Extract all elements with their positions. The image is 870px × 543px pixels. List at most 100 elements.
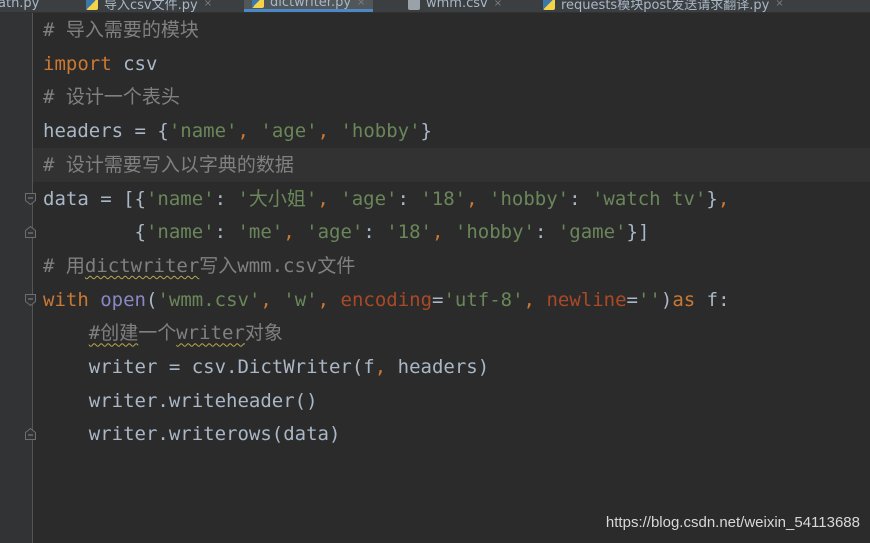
code-token: 'age'	[306, 221, 364, 244]
code-token: 'me'	[237, 221, 284, 244]
editor-tab-bar: ath.py 导入csv文件.py × dictwriter.py × wmm.csv × r…	[0, 0, 870, 13]
code-token: encoding	[340, 288, 433, 311]
code-editor[interactable]: ath.py 导入csv文件.py × dictwriter.py × wmm.csv × r…	[0, 0, 870, 543]
code-token: :	[214, 187, 238, 210]
fold-start-icon[interactable]	[25, 192, 36, 205]
code-token: :	[363, 221, 387, 244]
csv-file-icon	[408, 0, 420, 10]
editor-tab[interactable]: requests模块post发送请求翻译.py ×	[535, 0, 792, 12]
code-token: (	[145, 288, 158, 311]
code-line[interactable]: # 设计一个表头	[43, 80, 180, 114]
code-token: newline	[546, 288, 627, 311]
tab-label: requests模块post发送请求翻译.py	[561, 0, 770, 13]
fold-end-icon[interactable]	[25, 226, 36, 239]
code-token: headers = {	[43, 120, 169, 143]
code-token: as	[672, 288, 696, 311]
code-token: 'hobby'	[489, 187, 570, 210]
editor-gutter	[0, 13, 36, 543]
code-line[interactable]: headers = {'name', 'age', 'hobby'}	[43, 114, 432, 148]
code-line[interactable]: #创建一个writer对象	[43, 316, 283, 350]
code-token: }]	[626, 221, 650, 244]
close-tab-icon[interactable]: ×	[494, 0, 502, 9]
editor-tab[interactable]: ath.py	[0, 0, 47, 12]
code-token: dictwriter	[84, 254, 200, 277]
close-tab-icon[interactable]: ×	[204, 0, 212, 9]
code-line[interactable]: # 导入需要的模块	[43, 13, 199, 47]
code-token: writer.writeheader()	[43, 389, 318, 412]
code-token: ,	[237, 120, 261, 143]
code-token: import	[43, 52, 112, 75]
code-token: ,	[523, 288, 547, 311]
code-line[interactable]: # 设计需要写入以字典的数据	[33, 147, 870, 182]
code-token: 'hobby'	[340, 120, 421, 143]
code-token: =	[432, 288, 444, 311]
code-token: :	[214, 221, 238, 244]
tab-label: ath.py	[0, 0, 40, 11]
tab-label: 导入csv文件.py	[104, 0, 198, 13]
code-token: data = [{	[43, 187, 146, 210]
python-file-icon	[86, 0, 98, 10]
code-token: '18'	[386, 221, 432, 244]
code-line[interactable]: {'name': 'me', 'age': '18', 'hobby': 'ga…	[43, 215, 650, 249]
code-token: ,	[466, 187, 490, 210]
watermark: https://blog.csdn.net/weixin_54113688	[605, 514, 860, 531]
code-token: ,	[260, 288, 284, 311]
code-token: 写入wmm.csv文件	[199, 254, 356, 277]
code-token: 'wmm.csv'	[157, 288, 261, 311]
code-token: '18'	[420, 187, 467, 210]
code-token: with	[43, 288, 89, 311]
fold-start-icon[interactable]	[25, 293, 36, 306]
code-token: ''	[637, 288, 661, 311]
code-token: 'name'	[145, 187, 215, 210]
code-token: # 导入需要的模块	[43, 19, 199, 41]
code-token: ,	[317, 187, 341, 210]
code-token: # 设计一个表头	[43, 86, 180, 109]
code-token: =	[626, 288, 638, 311]
code-token: f:	[695, 288, 730, 311]
editor-tab[interactable]: dictwriter.py ×	[244, 0, 374, 12]
code-token: 'name'	[145, 221, 215, 244]
code-line[interactable]: writer.writerows(data)	[43, 417, 341, 451]
code-token: 'watch tv'	[591, 187, 707, 210]
code-token: 'utf-8'	[443, 288, 524, 311]
python-file-icon	[543, 0, 555, 10]
close-tab-icon[interactable]: ×	[357, 0, 365, 8]
code-line[interactable]: # 用dictwriter写入wmm.csv文件	[43, 249, 355, 283]
code-line[interactable]: data = [{'name': '大小姐', 'age': '18', 'ho…	[43, 182, 729, 216]
code-token: }	[420, 120, 432, 143]
code-token: :	[534, 221, 558, 244]
code-token: 'age'	[260, 120, 318, 143]
close-tab-icon[interactable]: ×	[775, 0, 783, 9]
code-token: ,	[317, 288, 341, 311]
tab-label: wmm.csv	[426, 0, 488, 11]
code-token: 'age'	[340, 187, 398, 210]
code-token: headers)	[397, 356, 490, 378]
code-token: ,	[317, 120, 341, 143]
code-token: writer	[176, 322, 245, 345]
code-token: 'name'	[168, 120, 238, 143]
code-token: 'game'	[557, 221, 627, 244]
python-file-icon	[252, 0, 264, 8]
fold-end-icon[interactable]	[25, 428, 36, 441]
code-token: ,	[432, 221, 455, 244]
code-token: {	[43, 221, 146, 244]
code-token: ,	[717, 187, 730, 210]
editor-tab[interactable]: wmm.csv ×	[400, 0, 510, 12]
code-line[interactable]: writer = csv.DictWriter(f, headers)	[43, 350, 489, 384]
code-token: :	[397, 187, 421, 210]
code-token: #创建	[88, 322, 139, 345]
code-line[interactable]: with open('wmm.csv', 'w', encoding='utf-…	[43, 283, 730, 317]
code-token: open	[100, 288, 146, 311]
code-token: 'w'	[283, 288, 318, 311]
code-token: '大小姐'	[237, 187, 318, 210]
code-token: ,	[283, 221, 307, 244]
code-token: )	[660, 288, 673, 311]
code-token: # 用	[43, 254, 85, 277]
code-line[interactable]: writer.writeheader()	[43, 384, 318, 418]
code-token: }	[706, 187, 718, 210]
editor-tab[interactable]: 导入csv文件.py ×	[78, 0, 220, 12]
code-line[interactable]: import csv	[43, 47, 157, 81]
code-token: :	[569, 187, 592, 210]
